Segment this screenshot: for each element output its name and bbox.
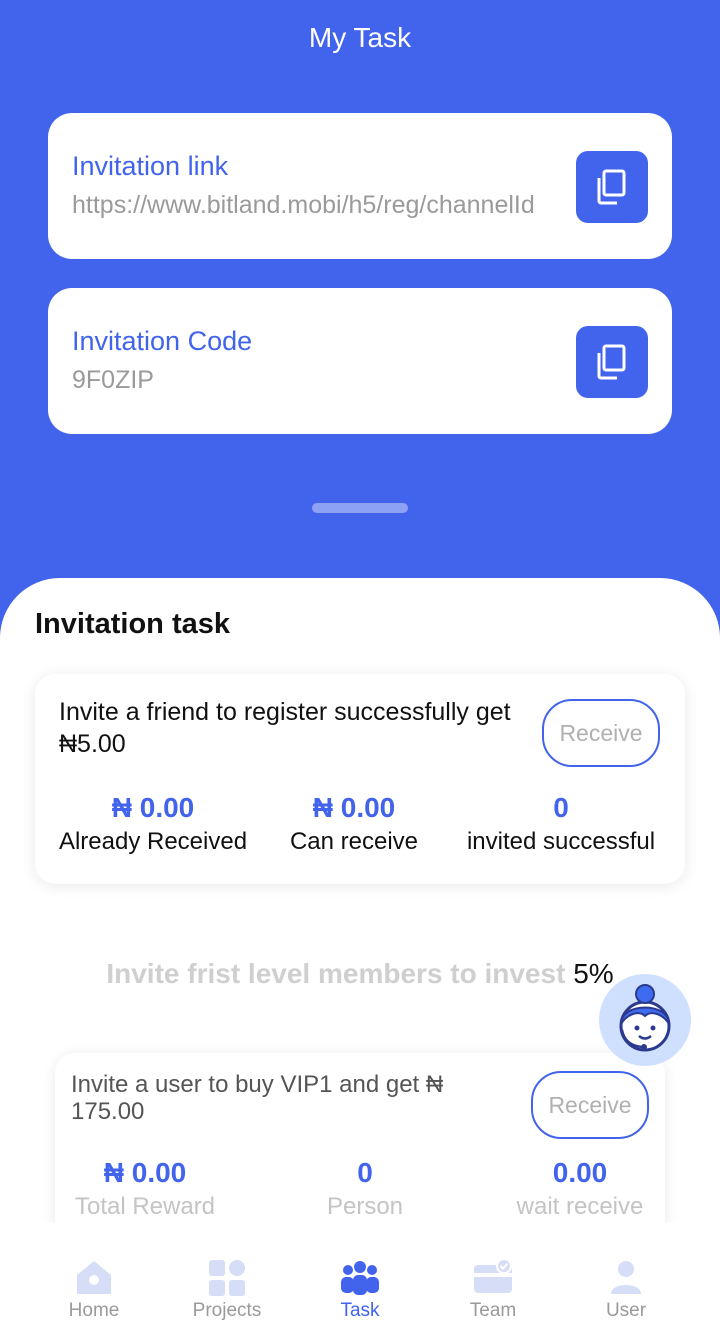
copy-icon bbox=[597, 169, 626, 205]
copy-code-button[interactable] bbox=[576, 326, 648, 398]
stat-value: ₦ 0.00 bbox=[111, 792, 195, 823]
tab-team[interactable]: Team bbox=[433, 1222, 553, 1322]
invitation-code-label: Invitation Code bbox=[72, 326, 253, 356]
section-title: Invitation task bbox=[35, 608, 230, 640]
stat-already-received: ₦ 0.00 Already Received bbox=[35, 792, 271, 856]
stat-value: 0 bbox=[357, 1157, 373, 1188]
drag-handle[interactable] bbox=[312, 503, 408, 513]
stat-label: Person bbox=[326, 1193, 404, 1220]
tab-label: User bbox=[605, 1300, 647, 1321]
invitation-link-label: Invitation link bbox=[72, 151, 229, 181]
header-area: My Task Invitation link https://www.bitl… bbox=[0, 0, 720, 640]
invitation-code-card: Invitation Code 9F0ZIP bbox=[48, 288, 672, 434]
stat-value: ₦ 0.00 bbox=[312, 792, 396, 823]
tab-home[interactable]: Home bbox=[34, 1222, 154, 1322]
tab-user[interactable]: User bbox=[566, 1222, 686, 1322]
register-task-card: Invite a friend to register successfully… bbox=[35, 674, 685, 884]
stat-label: Can receive bbox=[289, 828, 419, 855]
stat-label: Already Received bbox=[58, 828, 248, 855]
task-description: Invite a user to buy VIP1 and get ₦ 175.… bbox=[71, 1071, 444, 1125]
tab-label: Team bbox=[469, 1300, 517, 1321]
invitation-link-card: Invitation link https://www.bitland.mobi… bbox=[48, 113, 672, 259]
card-check-icon bbox=[474, 1258, 512, 1293]
stat-person: 0 Person bbox=[285, 1157, 445, 1221]
stat-total-reward: ₦ 0.00 Total Reward bbox=[55, 1157, 235, 1221]
stat-can-receive: ₦ 0.00 Can receive bbox=[271, 792, 437, 856]
receive-button[interactable]: Receive bbox=[531, 1071, 649, 1139]
invitation-code-value: 9F0ZIP bbox=[72, 366, 154, 394]
tab-label: Home bbox=[68, 1300, 120, 1321]
customer-service-icon bbox=[619, 984, 671, 1052]
customer-service-button[interactable] bbox=[599, 974, 691, 1066]
stat-label: invited successful bbox=[466, 828, 656, 855]
invest-text: Invite frist level members to invest bbox=[106, 958, 566, 989]
task-description: Invite a friend to register successfully… bbox=[59, 698, 511, 758]
tab-label: Projects bbox=[192, 1300, 262, 1321]
tab-label: Task bbox=[340, 1300, 380, 1321]
stat-label: wait receive bbox=[516, 1193, 644, 1220]
stat-value: ₦ 0.00 bbox=[103, 1157, 187, 1188]
tab-task[interactable]: Task bbox=[300, 1222, 420, 1322]
stat-value: 0 bbox=[553, 792, 569, 823]
page-title: My Task bbox=[308, 22, 412, 53]
invitation-link-value: https://www.bitland.mobi/h5/reg/channelI… bbox=[72, 191, 535, 219]
receive-button[interactable]: Receive bbox=[542, 699, 660, 767]
copy-icon bbox=[597, 344, 626, 380]
user-icon bbox=[611, 1261, 641, 1294]
stat-value: 0.00 bbox=[552, 1157, 608, 1188]
task-sheet: Invitation task Invite a friend to regis… bbox=[0, 578, 720, 1322]
grid-icon bbox=[209, 1260, 245, 1296]
bottom-tab-bar: Home Projects Task Team User bbox=[0, 1222, 720, 1322]
stat-wait-receive: 0.00 wait receive bbox=[495, 1157, 665, 1221]
home-icon bbox=[77, 1261, 111, 1294]
copy-link-button[interactable] bbox=[576, 151, 648, 223]
tab-projects[interactable]: Projects bbox=[167, 1222, 287, 1322]
stat-invited-successful: 0 invited successful bbox=[437, 792, 685, 856]
team-people-icon bbox=[341, 1261, 379, 1295]
stat-label: Total Reward bbox=[74, 1193, 216, 1220]
